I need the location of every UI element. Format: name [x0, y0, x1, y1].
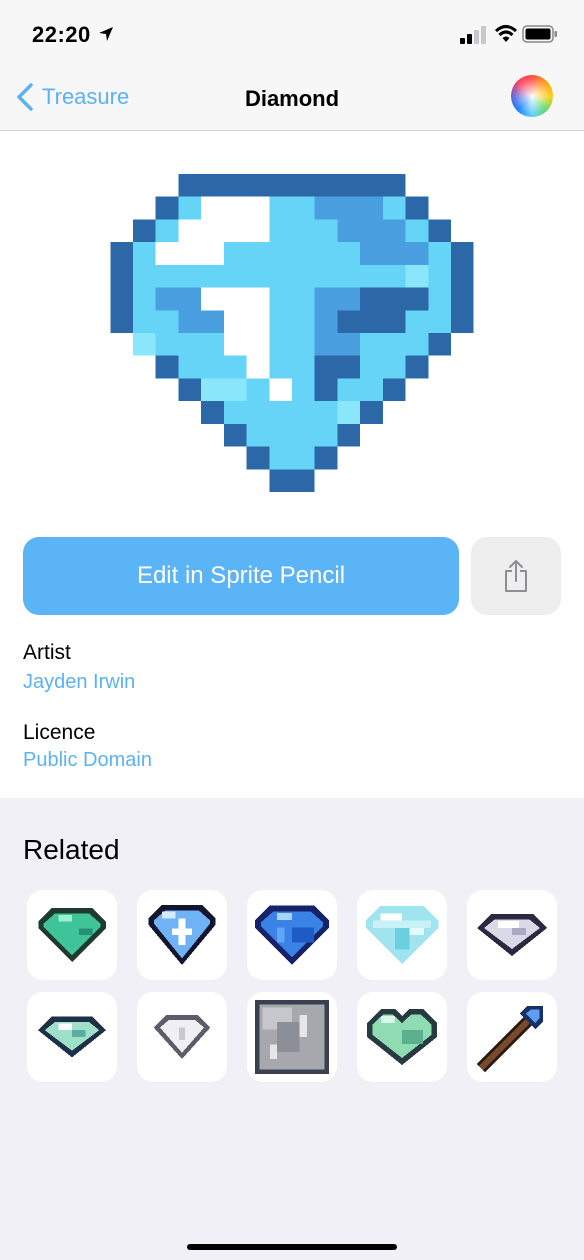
status-time: 22:20: [32, 22, 91, 47]
metal-block-icon: [255, 1000, 329, 1074]
color-wheel-icon[interactable]: [511, 75, 553, 117]
related-item[interactable]: [137, 890, 227, 980]
gem-heart-icon: [367, 1009, 437, 1065]
location-arrow-icon: [99, 27, 113, 41]
blue-gem-icon: [255, 905, 329, 965]
silver-gem-icon: [477, 914, 547, 956]
battery-icon: [522, 25, 557, 43]
page-title: Diamond: [244, 86, 340, 111]
related-item[interactable]: [357, 992, 447, 1082]
related-item[interactable]: [357, 890, 447, 980]
status-bar: 22:20: [0, 0, 584, 62]
related-item[interactable]: [247, 890, 337, 980]
licence-link[interactable]: Public Domain: [23, 749, 152, 772]
related-item[interactable]: [467, 890, 557, 980]
related-item[interactable]: [137, 992, 227, 1082]
sparkle-gem-icon: [148, 905, 216, 965]
green-gem-icon: [38, 908, 106, 962]
detail-panel: Edit in Sprite Pencil Artist Jayden Irwi…: [0, 131, 584, 798]
small-silver-gem-icon: [153, 1015, 211, 1059]
related-heading: Related: [23, 834, 120, 865]
share-icon: [505, 560, 527, 592]
home-indicator: [187, 1244, 397, 1250]
related-grid: [27, 890, 557, 1082]
share-button[interactable]: [471, 537, 561, 615]
edit-in-sprite-pencil-button[interactable]: Edit in Sprite Pencil: [23, 537, 459, 615]
licence-label: Licence: [23, 721, 96, 744]
related-item[interactable]: [467, 992, 557, 1082]
pale-diamond-icon: [365, 906, 439, 964]
diamond-sprite-preview: [110, 174, 474, 492]
gem-wand-icon: [476, 1005, 544, 1073]
artist-label: Artist: [23, 641, 71, 664]
related-item[interactable]: [27, 992, 117, 1082]
related-item[interactable]: [27, 890, 117, 980]
cellular-signal-icon: [460, 26, 486, 44]
wifi-icon: [494, 25, 518, 42]
navigation-bar: Treasure Diamond: [0, 62, 584, 131]
artist-link[interactable]: Jayden Irwin: [23, 671, 135, 694]
mint-gem-icon: [38, 1016, 106, 1058]
related-item[interactable]: [247, 992, 337, 1082]
